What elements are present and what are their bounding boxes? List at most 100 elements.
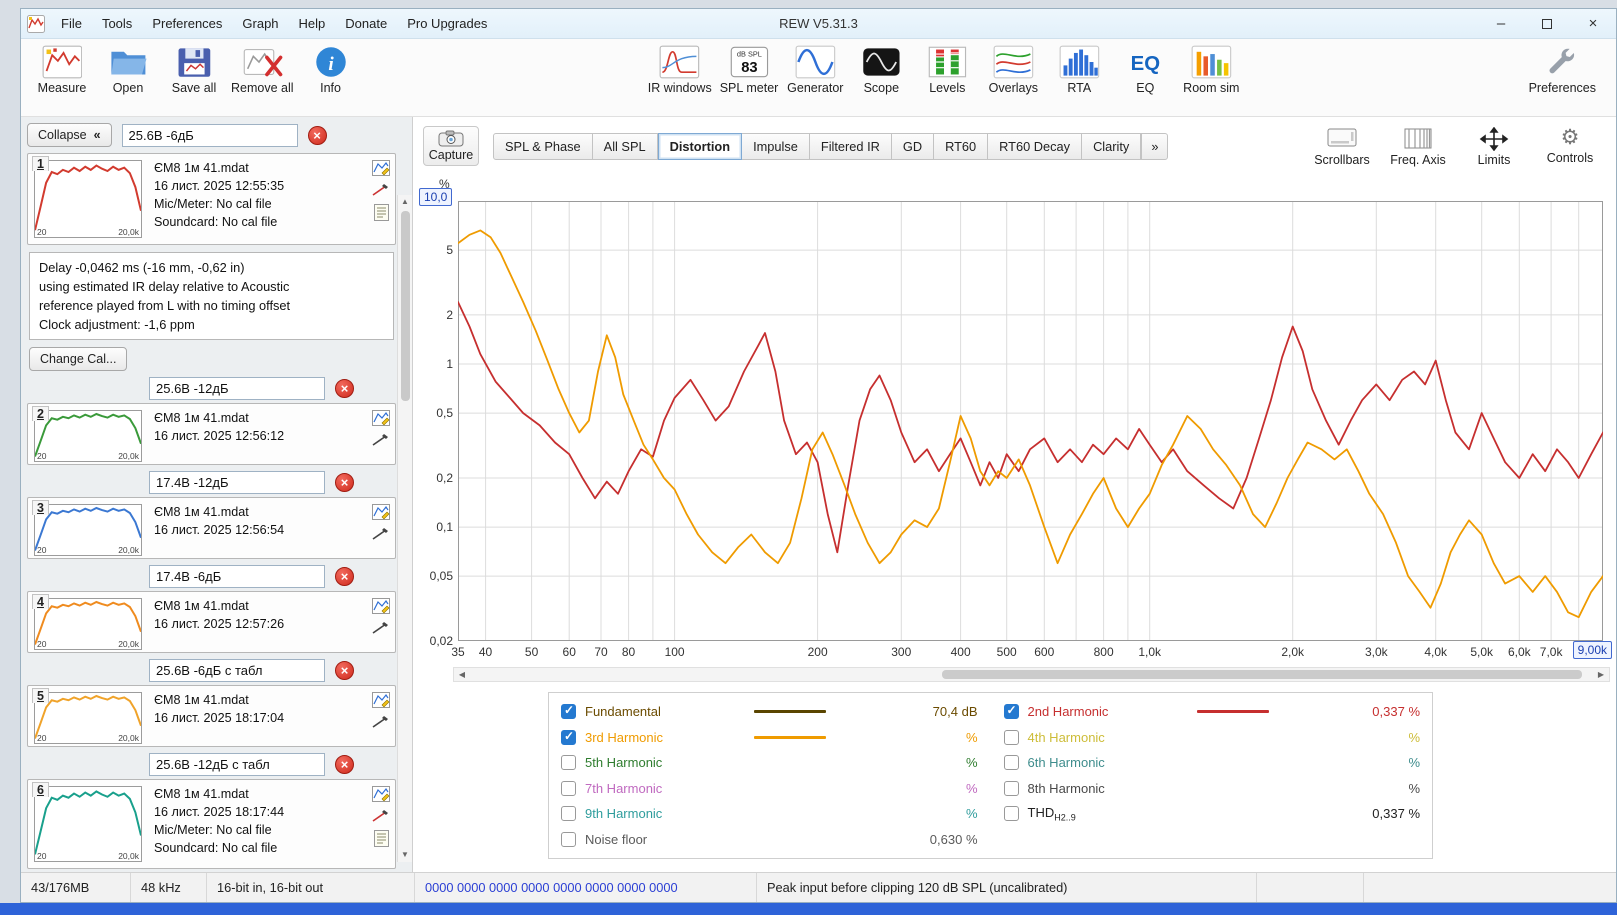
change-cal-button[interactable]: Change Cal... (29, 347, 128, 371)
scroll-down-icon[interactable]: ▼ (401, 848, 409, 862)
measurement-panel-6[interactable]: 6 20 20,0k ЄМ8 1м 41.mdat 16 лист. 2025 … (27, 779, 396, 869)
graph-edit-icon[interactable] (372, 410, 390, 426)
menu-preferences[interactable]: Preferences (142, 9, 232, 39)
tab-distortion[interactable]: Distortion (657, 132, 743, 160)
trace-pencil-icon[interactable] (372, 809, 390, 823)
chart-plot-area[interactable] (458, 201, 1603, 641)
remove-all-button[interactable]: Remove all (227, 39, 298, 95)
tab-rt60[interactable]: RT60 (934, 132, 989, 160)
maximize-button[interactable] (1524, 9, 1570, 38)
spl-meter-button[interactable]: dB SPL 83 SPL meter (716, 39, 783, 95)
collapse-button[interactable]: Collapse « (27, 123, 112, 147)
measurement-2-name-input[interactable] (149, 377, 325, 400)
menu-help[interactable]: Help (289, 9, 336, 39)
generator-button[interactable]: Generator (782, 39, 848, 95)
measurement-2-delete-button[interactable]: × (335, 379, 354, 398)
menu-tools[interactable]: Tools (92, 9, 142, 39)
graph-edit-icon[interactable] (372, 160, 390, 176)
measurement-5-delete-button[interactable]: × (335, 661, 354, 680)
graph-edit-icon[interactable] (372, 504, 390, 520)
trace-pencil-icon[interactable] (372, 621, 390, 635)
measurement-panel-1[interactable]: 1 20 20,0k ЄМ8 1м 41.mdat 16 лист. 2025 … (27, 153, 396, 245)
minimize-button[interactable]: – (1478, 9, 1524, 38)
measurement-4-delete-button[interactable]: × (335, 567, 354, 586)
tab-clarity[interactable]: Clarity (1082, 132, 1142, 160)
9th-harmonic-checkbox[interactable] (561, 806, 576, 822)
levels-button[interactable]: Levels (914, 39, 980, 95)
notes-icon[interactable] (373, 204, 389, 221)
5th-harmonic-checkbox[interactable] (561, 755, 576, 771)
measurement-1-delete-button[interactable]: × (307, 125, 327, 145)
scrollbar-thumb[interactable] (400, 211, 410, 401)
measure-button[interactable]: Measure (29, 39, 95, 95)
tab-spl-phase[interactable]: SPL & Phase (493, 132, 593, 160)
graph-edit-icon[interactable] (372, 598, 390, 614)
scroll-left-icon[interactable]: ◀ (454, 670, 470, 679)
tab-overflow-button[interactable]: » (1141, 132, 1169, 160)
trace-pencil-icon[interactable] (372, 527, 390, 541)
menu-file[interactable]: File (51, 9, 92, 39)
tab-rt60-decay[interactable]: RT60 Decay (988, 132, 1083, 160)
open-button[interactable]: Open (95, 39, 161, 95)
tab-filtered-ir[interactable]: Filtered IR (809, 132, 892, 160)
2nd-harmonic-checkbox[interactable] (1003, 703, 1019, 720)
controls-button[interactable]: ⚙ Controls (1534, 125, 1606, 167)
graph-edit-icon[interactable] (372, 786, 390, 802)
measurement-info: ЄМ8 1м 41.mdat 16 лист. 2025 18:17:04 (154, 691, 361, 727)
measurement-panel-2[interactable]: 2 20 20,0k ЄМ8 1м 41.mdat 16 лист. 2025 … (27, 403, 396, 465)
freq-axis-button[interactable]: Freq. Axis (1382, 125, 1454, 167)
6th-harmonic-checkbox[interactable] (1003, 755, 1019, 771)
measurement-3-name-input[interactable] (149, 471, 325, 494)
measurement-6-delete-button[interactable]: × (335, 755, 354, 774)
scroll-right-icon[interactable]: ▶ (1593, 670, 1609, 679)
distortion-chart[interactable]: % 10,0 9,00k 5 2 1 0,5 0,2 0,1 0,05 0,02 35 40 50 6… (413, 175, 1616, 667)
limits-button[interactable]: Limits (1458, 125, 1530, 167)
tab-gd[interactable]: GD (891, 132, 935, 160)
measurement-panel-3[interactable]: 3 20 20,0k ЄМ8 1м 41.mdat 16 лист. 2025 … (27, 497, 396, 559)
trace-pencil-icon[interactable] (372, 183, 390, 197)
4th-harmonic-checkbox[interactable] (1003, 729, 1019, 745)
scroll-up-icon[interactable]: ▲ (401, 195, 409, 209)
7th-harmonic-checkbox[interactable] (561, 780, 576, 796)
measurement-5-name-input[interactable] (149, 659, 325, 682)
8th-harmonic-checkbox[interactable] (1003, 780, 1019, 796)
ir-windows-button[interactable]: IR windows (644, 39, 716, 95)
top-limit-field[interactable]: 10,0 (419, 188, 453, 206)
right-limit-field[interactable]: 9,00k (1572, 641, 1612, 659)
thd-checkbox[interactable] (1003, 806, 1019, 822)
measurement-panel-4[interactable]: 4 20 20,0k ЄМ8 1м 41.mdat 16 лист. 2025 … (27, 591, 396, 653)
rta-button[interactable]: RTA (1046, 39, 1112, 95)
measurement-3-delete-button[interactable]: × (335, 473, 354, 492)
tab-all-spl[interactable]: All SPL (592, 132, 658, 160)
fundamental-checkbox[interactable] (561, 703, 576, 720)
trace-pencil-icon[interactable] (372, 433, 390, 447)
preferences-button[interactable]: Preferences (1525, 39, 1600, 95)
eq-button[interactable]: EQ EQ (1112, 39, 1178, 95)
graph-edit-icon[interactable] (372, 692, 390, 708)
notes-icon[interactable] (373, 830, 389, 847)
capture-button[interactable]: Capture (423, 126, 479, 166)
save-all-button[interactable]: Save all (161, 39, 227, 95)
trace-pencil-icon[interactable] (372, 715, 390, 729)
overlays-button[interactable]: Overlays (980, 39, 1046, 95)
measurement-1-name-input[interactable] (121, 123, 298, 147)
sidebar-scrollbar[interactable]: ▲ ▼ (397, 195, 412, 862)
close-button[interactable]: × (1570, 9, 1616, 38)
info-button[interactable]: i Info (298, 39, 364, 95)
scrollbar-track[interactable] (470, 668, 1593, 681)
noise-floor-checkbox[interactable] (561, 831, 576, 847)
tab-impulse[interactable]: Impulse (742, 132, 810, 160)
menu-pro-upgrades[interactable]: Pro Upgrades (397, 9, 497, 39)
measurement-4-name-input[interactable] (149, 565, 325, 588)
scrollbar-thumb[interactable] (941, 670, 1582, 679)
scrollbars-button[interactable]: Scrollbars (1306, 125, 1378, 167)
menu-donate[interactable]: Donate (335, 9, 397, 39)
3rd-harmonic-checkbox[interactable] (561, 729, 576, 745)
menu-graph[interactable]: Graph (232, 9, 288, 39)
measurement-6-name-input[interactable] (149, 753, 325, 776)
chart-horizontal-scrollbar[interactable]: ◀ ▶ (453, 667, 1610, 682)
measurement-panel-5[interactable]: 5 20 20,0k ЄМ8 1м 41.mdat 16 лист. 2025 … (27, 685, 396, 747)
legend-row-2nd-harmonic: 2nd Harmonic 0,337 % (1003, 699, 1420, 725)
scope-button[interactable]: Scope (848, 39, 914, 95)
room-sim-button[interactable]: Room sim (1178, 39, 1244, 95)
